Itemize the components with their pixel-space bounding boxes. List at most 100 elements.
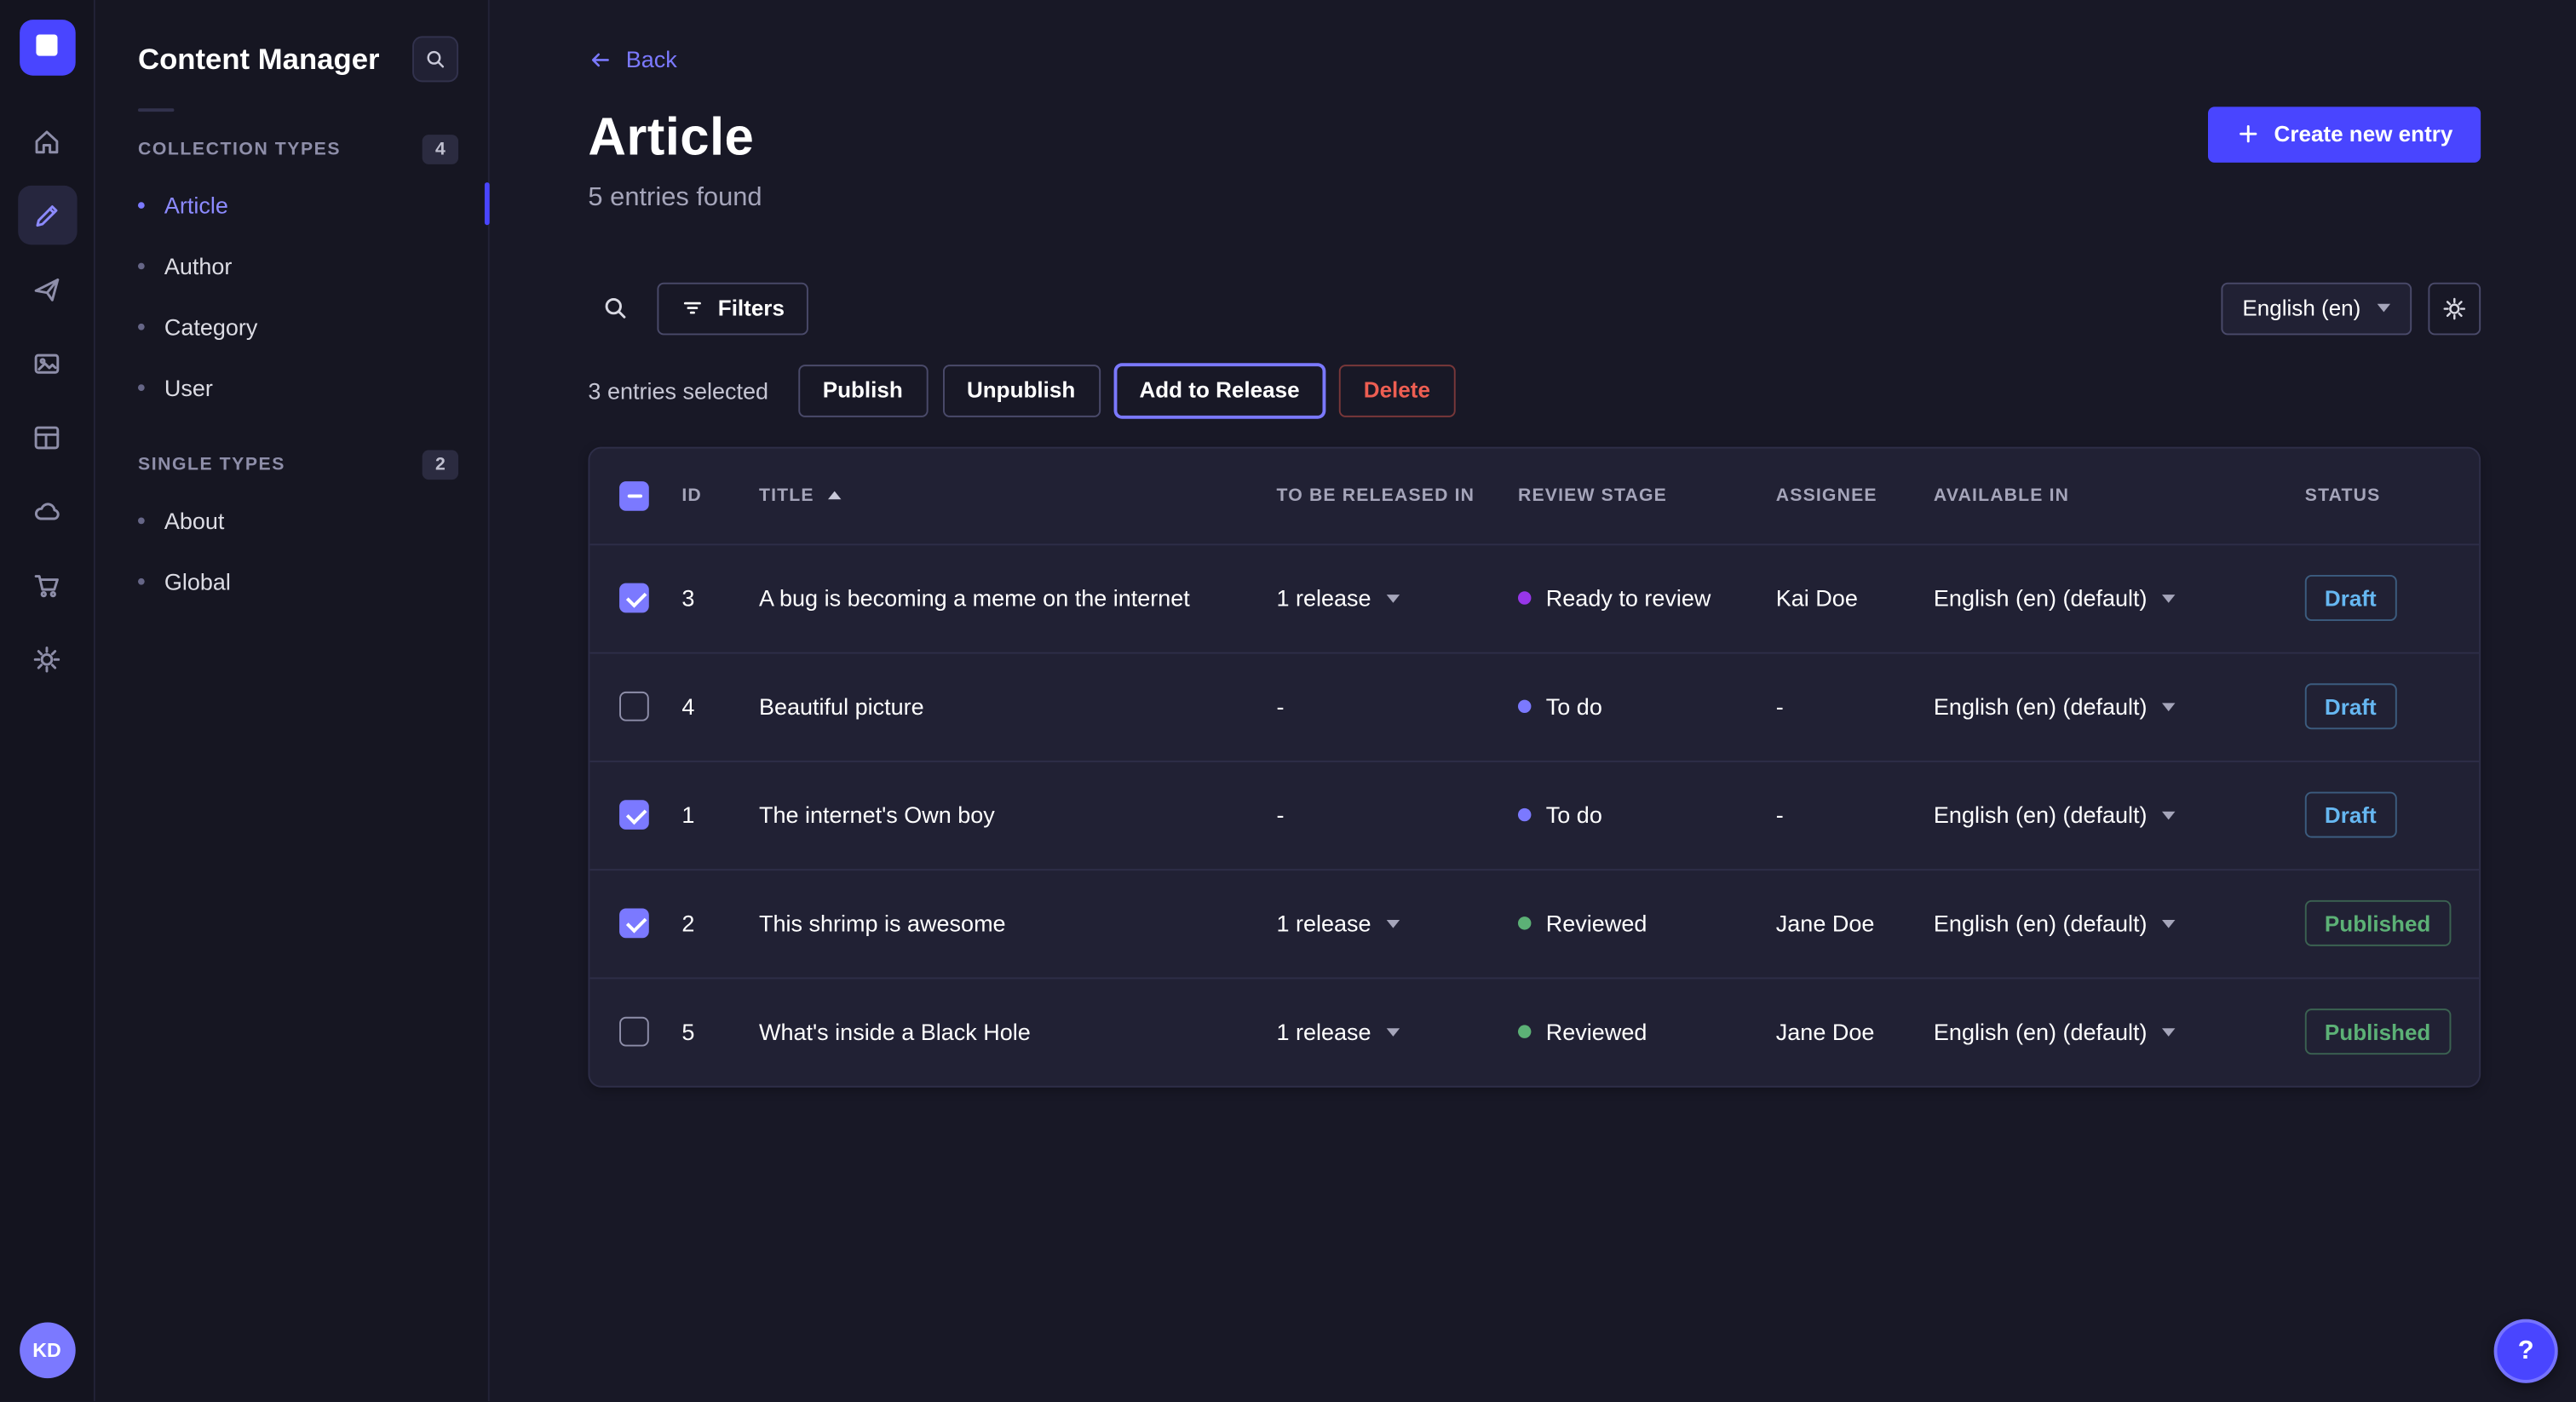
filter-icon [680,296,704,320]
back-label: Back [626,46,677,72]
sidebar-item-author[interactable]: Author [138,235,458,296]
chevron-down-icon [1386,594,1399,602]
chevron-down-icon [2162,702,2175,710]
stage-dot [1518,916,1531,929]
sort-ascending-icon [827,491,840,500]
cell-assignee: Jane Doe [1776,1019,1934,1045]
table-row[interactable]: 3 A bug is becoming a meme on the intern… [589,543,2479,651]
status-badge: Published [2305,900,2451,946]
cell-title: Beautiful picture [743,693,1277,720]
status-badge: Draft [2305,792,2396,838]
unpublish-button[interactable]: Unpublish [942,364,1100,417]
column-header-id: ID [665,486,743,505]
chevron-down-icon [2162,919,2175,928]
nav-media-library[interactable] [17,333,76,392]
locale-select[interactable]: English (en) [2221,282,2412,335]
bullet-icon [138,517,145,524]
row-checkbox[interactable] [619,908,649,938]
delete-button[interactable]: Delete [1339,364,1455,417]
back-link[interactable]: Back [588,46,676,72]
page-title: Article [588,106,762,166]
column-header-review-stage: REVIEW STAGE [1518,486,1776,505]
bullet-icon [138,201,145,208]
sidebar-item-article[interactable]: Article [138,174,458,234]
bullet-icon [138,323,145,330]
cell-available-in[interactable]: English (en) (default) [1934,910,2305,936]
sidebar-item-user[interactable]: User [138,356,458,417]
gear-icon [32,643,63,675]
entries-count: 5 entries found [588,183,762,213]
cell-release-menu[interactable]: 1 release [1276,585,1518,612]
column-header-release: TO BE RELEASED IN [1276,486,1518,505]
filters-button[interactable]: Filters [657,282,807,335]
cell-release-menu[interactable]: 1 release [1276,1019,1518,1045]
cell-release: - [1276,802,1518,828]
sidebar-divider [138,108,174,112]
cell-id: 4 [665,693,743,720]
nav-releases[interactable] [17,260,76,319]
table-row[interactable]: 4 Beautiful picture - To do - English (e… [589,652,2479,760]
nav-content-type-builder[interactable] [17,407,76,466]
cell-id: 2 [665,910,743,936]
column-header-available-in: AVAILABLE IN [1934,486,2305,505]
user-avatar[interactable]: KD [19,1323,75,1379]
cell-assignee: Jane Doe [1776,910,1934,936]
bullet-icon [138,577,145,584]
row-checkbox[interactable] [619,692,649,721]
nav-content-manager[interactable] [17,186,76,244]
table-row[interactable]: 2 This shrimp is awesome 1 release Revie… [589,868,2479,976]
media-library-icon [32,348,63,379]
plus-icon [2236,122,2261,147]
strapi-logo[interactable] [19,20,75,76]
cell-available-in[interactable]: English (en) (default) [1934,802,2305,828]
create-button-label: Create new entry [2274,122,2453,147]
row-checkbox[interactable] [619,1017,649,1047]
sidebar-item-global[interactable]: Global [138,550,458,611]
cell-available-in[interactable]: English (en) (default) [1934,693,2305,720]
sidebar-item-about[interactable]: About [138,490,458,550]
nav-rail: KD [0,0,95,1402]
cell-available-in[interactable]: English (en) (default) [1934,1019,2305,1045]
create-new-entry-button[interactable]: Create new entry [2208,106,2481,162]
cell-assignee: Kai Doe [1776,585,1934,612]
nav-home[interactable] [17,112,76,170]
sidebar-search-button[interactable] [412,36,458,82]
entries-table: ID TITLE TO BE RELEASED IN REVIEW STAGE … [588,446,2481,1087]
row-checkbox[interactable] [619,800,649,830]
single-types-count-badge: 2 [423,450,458,480]
stage-dot [1518,1025,1531,1037]
table-row[interactable]: 5 What's inside a Black Hole 1 release R… [589,977,2479,1085]
filters-label: Filters [718,296,785,320]
chevron-down-icon [1386,919,1399,928]
table-row[interactable]: 1 The internet's Own boy - To do - Engli… [589,760,2479,868]
publish-button[interactable]: Publish [798,364,928,417]
sidebar-item-category[interactable]: Category [138,296,458,356]
cell-id: 5 [665,1019,743,1045]
status-badge: Draft [2305,575,2396,621]
cell-release-menu[interactable]: 1 release [1276,910,1518,936]
sidebar-item-label: Article [164,192,228,218]
locale-selected-value: English (en) [2242,296,2360,320]
column-header-title[interactable]: TITLE [743,486,1277,505]
chevron-down-icon [2378,304,2390,313]
select-all-checkbox[interactable] [619,480,649,510]
table-header-row: ID TITLE TO BE RELEASED IN REVIEW STAGE … [589,448,2479,543]
cell-available-in[interactable]: English (en) (default) [1934,585,2305,612]
cell-assignee: - [1776,693,1934,720]
nav-marketplace[interactable] [17,555,76,614]
nav-settings[interactable] [17,629,76,688]
nav-cloud[interactable] [17,481,76,540]
row-checkbox[interactable] [619,583,649,613]
cell-title: This shrimp is awesome [743,910,1277,936]
cloud-icon [32,495,63,526]
sidebar-item-label: Category [164,313,258,339]
add-to-release-button[interactable]: Add to Release [1115,364,1325,417]
selection-count: 3 entries selected [588,377,768,404]
cell-id: 1 [665,802,743,828]
cell-review-stage: Reviewed [1518,910,1776,936]
collection-types-count-badge: 4 [423,135,458,164]
view-settings-button[interactable] [2428,282,2481,335]
cell-review-stage: Reviewed [1518,1019,1776,1045]
search-button[interactable] [588,282,641,335]
arrow-left-icon [588,47,612,72]
